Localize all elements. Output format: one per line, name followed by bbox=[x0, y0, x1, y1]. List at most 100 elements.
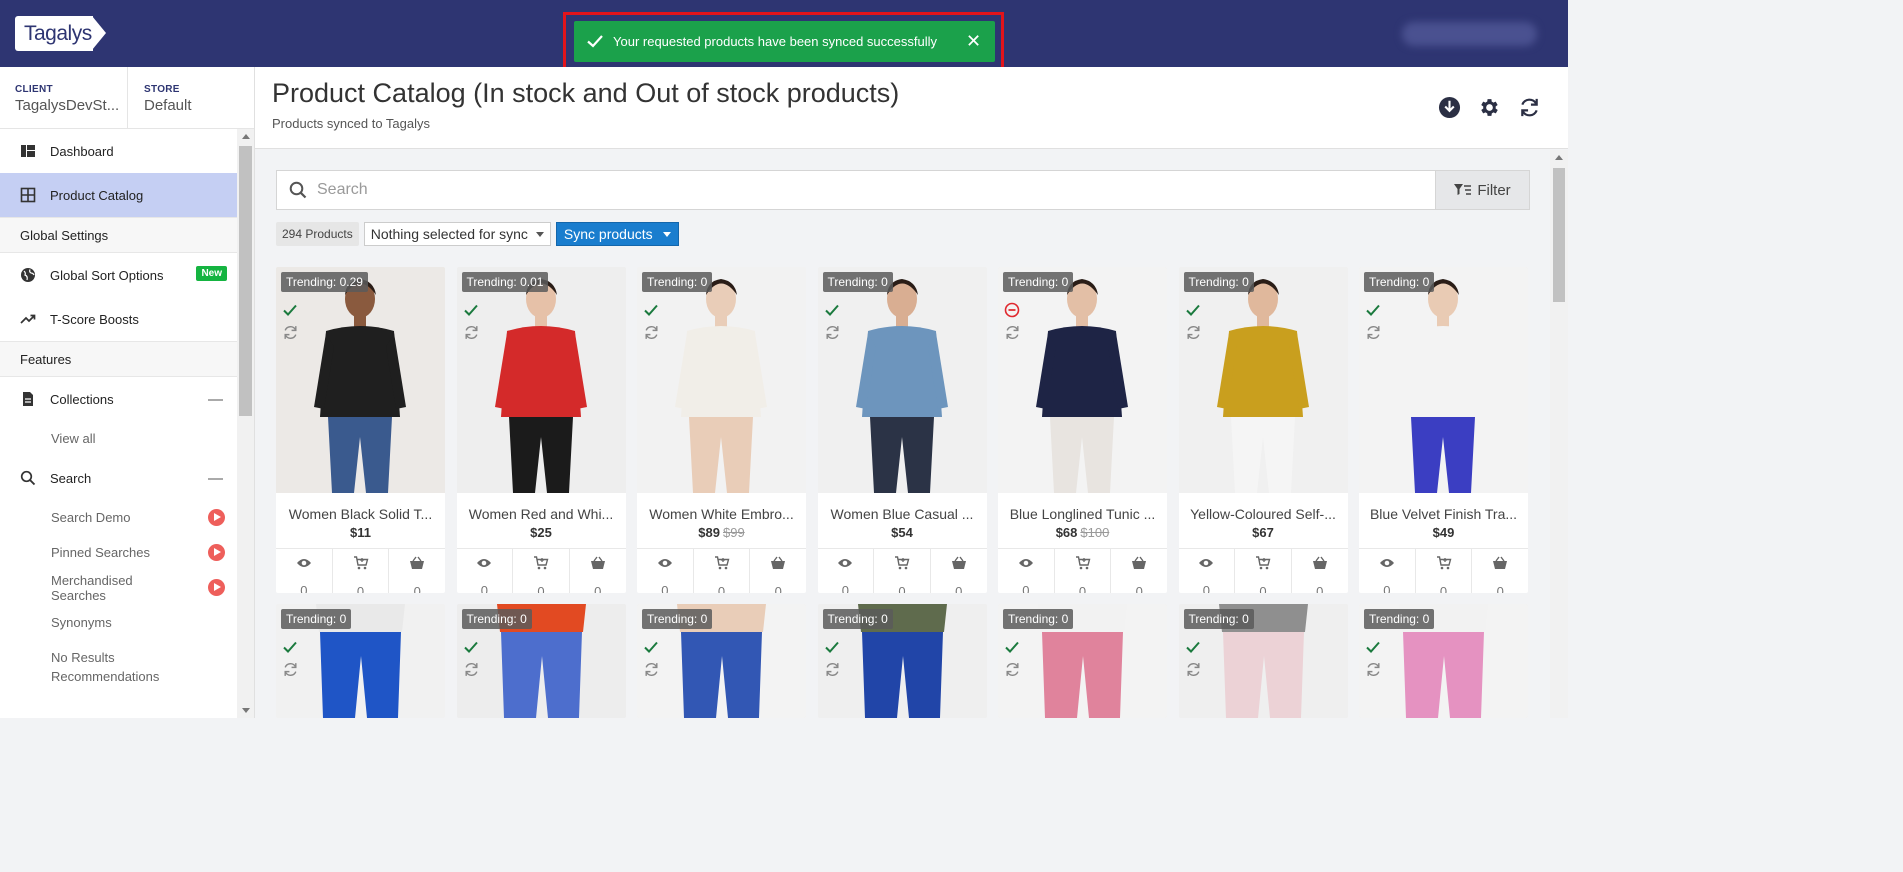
product-image: Trending: 0 bbox=[637, 267, 806, 493]
sidebar-item-dashboard[interactable]: Dashboard bbox=[0, 129, 237, 173]
sidebar-item-t-score-boosts[interactable]: T-Score Boosts bbox=[0, 297, 237, 341]
product-card[interactable]: Trending: 0 bbox=[456, 604, 626, 718]
gear-icon[interactable] bbox=[1478, 96, 1501, 119]
sidebar-subitem-search-demo[interactable]: Search Demo bbox=[0, 500, 237, 535]
resync-icon[interactable] bbox=[282, 661, 299, 678]
sidebar: CLIENT TagalysDevSt... STORE Default Das… bbox=[0, 67, 255, 718]
sidebar-section-global-settings: Global Settings bbox=[0, 217, 237, 253]
resync-icon[interactable] bbox=[643, 324, 660, 341]
add-to-cart-count: 0 bbox=[898, 584, 906, 593]
product-card[interactable]: Trending: 0 bbox=[276, 604, 445, 718]
eye-icon bbox=[296, 556, 312, 573]
product-name[interactable]: Women Black Solid T... bbox=[276, 506, 445, 522]
main-scrollbar[interactable] bbox=[1550, 150, 1568, 718]
sidebar-subitem-view-all[interactable]: View all bbox=[0, 421, 237, 456]
product-card[interactable]: Trending: 0 bbox=[1178, 604, 1348, 718]
product-stats: 0 0 0 bbox=[637, 548, 806, 593]
buys-count: 0 bbox=[774, 584, 782, 593]
price-value: $49 bbox=[1432, 525, 1455, 540]
resync-icon[interactable] bbox=[1185, 324, 1202, 341]
sidebar-item-search[interactable]: Search — bbox=[0, 456, 237, 500]
product-card[interactable]: Trending: 0 Women White Embro... $89 $99 0 0 0 bbox=[637, 267, 806, 593]
trending-badge: Trending: 0 bbox=[1003, 609, 1074, 629]
product-price: $67 bbox=[1179, 525, 1348, 540]
sidebar-item-global-sort-options[interactable]: Global Sort Options New bbox=[0, 253, 237, 297]
play-icon[interactable] bbox=[208, 579, 225, 596]
client-store-selector[interactable]: CLIENT TagalysDevSt... STORE Default bbox=[0, 67, 254, 129]
sidebar-menu: Dashboard Product Catalog Global Settings G… bbox=[0, 129, 237, 694]
resync-icon[interactable] bbox=[463, 661, 480, 678]
toast-close-icon[interactable]: ✕ bbox=[966, 31, 981, 51]
sync-selection-dropdown[interactable]: Nothing selected for sync bbox=[363, 222, 551, 246]
collapse-icon[interactable]: — bbox=[208, 391, 223, 408]
resync-icon[interactable] bbox=[463, 324, 480, 341]
new-badge: New bbox=[196, 266, 227, 281]
views-count: 0 bbox=[1383, 583, 1391, 593]
sidebar-item-label: Global Sort Options bbox=[50, 267, 164, 283]
refresh-icon[interactable] bbox=[1518, 96, 1541, 119]
filter-button[interactable]: Filter bbox=[1435, 170, 1530, 210]
product-card[interactable]: Trending: 0 bbox=[637, 604, 806, 718]
resync-icon[interactable] bbox=[1185, 661, 1202, 678]
add-to-cart-stat: 0 bbox=[1416, 549, 1473, 593]
sidebar-scrollbar[interactable] bbox=[237, 129, 254, 718]
sidebar-subitem-pinned-searches[interactable]: Pinned Searches bbox=[0, 535, 237, 570]
resync-icon[interactable] bbox=[824, 324, 841, 341]
product-card[interactable]: Trending: 0.01 Women Red and Whi... $25 0 0 0 bbox=[456, 267, 626, 593]
search-input[interactable] bbox=[317, 179, 1417, 201]
views-count: 0 bbox=[300, 583, 308, 593]
resync-icon[interactable] bbox=[282, 324, 299, 341]
resync-icon[interactable] bbox=[1004, 324, 1021, 341]
product-name[interactable]: Women White Embro... bbox=[637, 506, 806, 522]
search-icon bbox=[20, 470, 36, 486]
resync-icon[interactable] bbox=[1365, 661, 1382, 678]
play-icon[interactable] bbox=[208, 544, 225, 561]
sidebar-subitem-label: Merchandised Searches bbox=[51, 572, 133, 603]
add-to-cart-count: 0 bbox=[717, 584, 726, 593]
sidebar-section-label: Features bbox=[20, 351, 72, 367]
store-value: Default bbox=[144, 97, 192, 114]
product-card[interactable]: Trending: 0 Women Blue Casual ... $54 0 0 0 bbox=[817, 267, 987, 593]
synced-check-icon bbox=[644, 304, 658, 316]
sidebar-subitem-merchandised-searches[interactable]: Merchandised Searches bbox=[0, 570, 237, 605]
file-icon bbox=[20, 391, 36, 407]
product-card[interactable]: Trending: 0.29 Women Black Solid T... $11 0… bbox=[276, 267, 445, 593]
resync-icon[interactable] bbox=[824, 661, 841, 678]
product-name[interactable]: Women Blue Casual ... bbox=[818, 506, 987, 522]
download-icon[interactable] bbox=[1438, 96, 1461, 119]
tagalys-logo[interactable]: Tagalys bbox=[15, 16, 107, 51]
product-name[interactable]: Women Red and Whi... bbox=[457, 506, 626, 522]
product-name[interactable]: Yellow-Coloured Self-... bbox=[1179, 506, 1348, 522]
buys-stat: 0 bbox=[1472, 549, 1528, 593]
product-image: Trending: 0 bbox=[1359, 267, 1528, 493]
chevron-down-icon bbox=[535, 231, 544, 237]
product-card[interactable]: Trending: 0 Blue Velvet Finish Tra... $49 0… bbox=[1359, 267, 1528, 593]
sidebar-subitem-synonyms[interactable]: Synonyms bbox=[0, 605, 237, 640]
product-name[interactable]: Blue Longlined Tunic ... bbox=[998, 506, 1167, 522]
sidebar-subitem-label: Pinned Searches bbox=[51, 545, 151, 560]
product-card[interactable]: Trending: 0 bbox=[998, 604, 1167, 718]
product-card[interactable]: Trending: 0 Yellow-Coloured Self-... $67 0 0… bbox=[1178, 267, 1348, 593]
play-icon[interactable] bbox=[208, 509, 225, 526]
user-menu[interactable] bbox=[1402, 22, 1537, 46]
resync-icon[interactable] bbox=[1004, 661, 1021, 678]
sidebar-subitem-no-results-recommendations[interactable]: No Results Recommendations bbox=[0, 640, 237, 694]
collapse-icon[interactable]: — bbox=[208, 470, 223, 487]
synced-check-icon bbox=[1185, 641, 1200, 653]
sync-products-button[interactable]: Sync products bbox=[555, 222, 679, 246]
resync-icon[interactable] bbox=[1365, 324, 1382, 341]
product-card[interactable]: Trending: 0 bbox=[817, 604, 987, 718]
product-card[interactable]: Trending: 0 Blue Longlined Tunic ... $68 $1… bbox=[998, 267, 1167, 593]
trending-badge: Trending: 0 bbox=[1183, 609, 1254, 629]
sidebar-item-product-catalog[interactable]: Product Catalog bbox=[0, 173, 237, 217]
add-to-cart-icon bbox=[353, 556, 369, 574]
product-name[interactable]: Blue Velvet Finish Tra... bbox=[1359, 506, 1528, 522]
store-selector[interactable]: STORE Default bbox=[127, 67, 254, 128]
client-selector[interactable]: CLIENT TagalysDevSt... bbox=[15, 84, 127, 114]
sidebar-item-collections[interactable]: Collections — bbox=[0, 377, 237, 421]
eye-icon bbox=[476, 556, 492, 573]
resync-icon[interactable] bbox=[643, 661, 660, 678]
product-image: Trending: 0 bbox=[1178, 267, 1348, 493]
product-card[interactable]: Trending: 0 bbox=[1359, 604, 1528, 718]
product-stats: 0 0 0 bbox=[1178, 548, 1348, 593]
